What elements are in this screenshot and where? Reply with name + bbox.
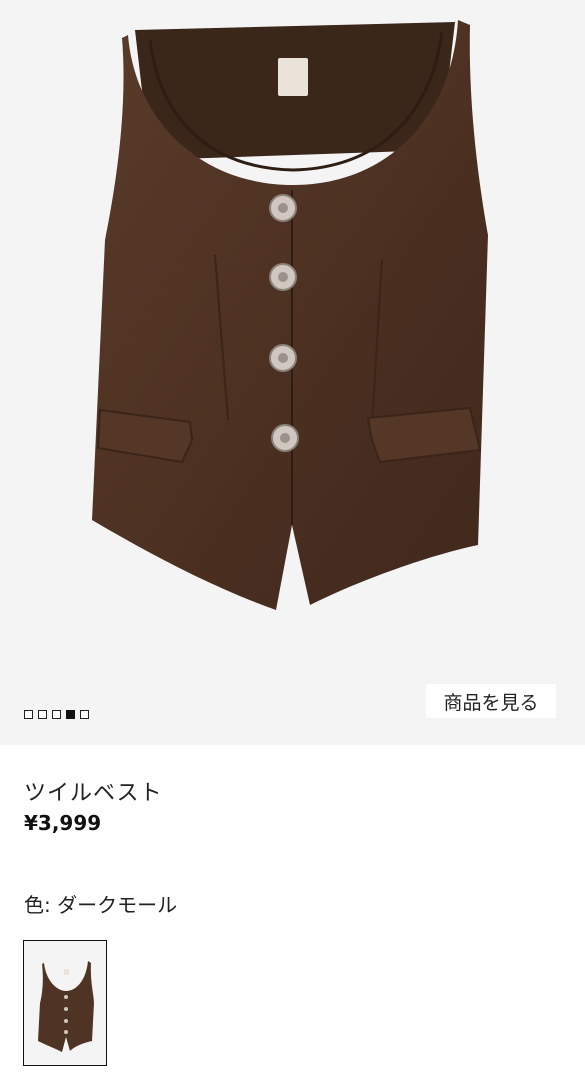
gallery-dot[interactable] <box>38 710 47 719</box>
product-gallery[interactable]: 商品を見る <box>0 0 585 745</box>
gallery-pagination <box>24 710 89 719</box>
swatch-thumbnail <box>38 961 94 1052</box>
gallery-dot-active[interactable] <box>66 710 75 719</box>
view-product-button[interactable]: 商品を見る <box>426 684 556 718</box>
color-swatch-selected[interactable] <box>23 940 107 1066</box>
gallery-dot[interactable] <box>24 710 33 719</box>
color-row: 色: ダークモール <box>24 889 177 918</box>
product-price: ¥3,999 <box>24 811 102 835</box>
gallery-dot[interactable] <box>80 710 89 719</box>
color-label: 色: <box>24 893 51 917</box>
color-value: ダークモール <box>57 893 178 917</box>
product-image[interactable] <box>0 0 585 745</box>
gallery-dot[interactable] <box>52 710 61 719</box>
product-title[interactable]: ツイルベスト <box>24 775 162 807</box>
